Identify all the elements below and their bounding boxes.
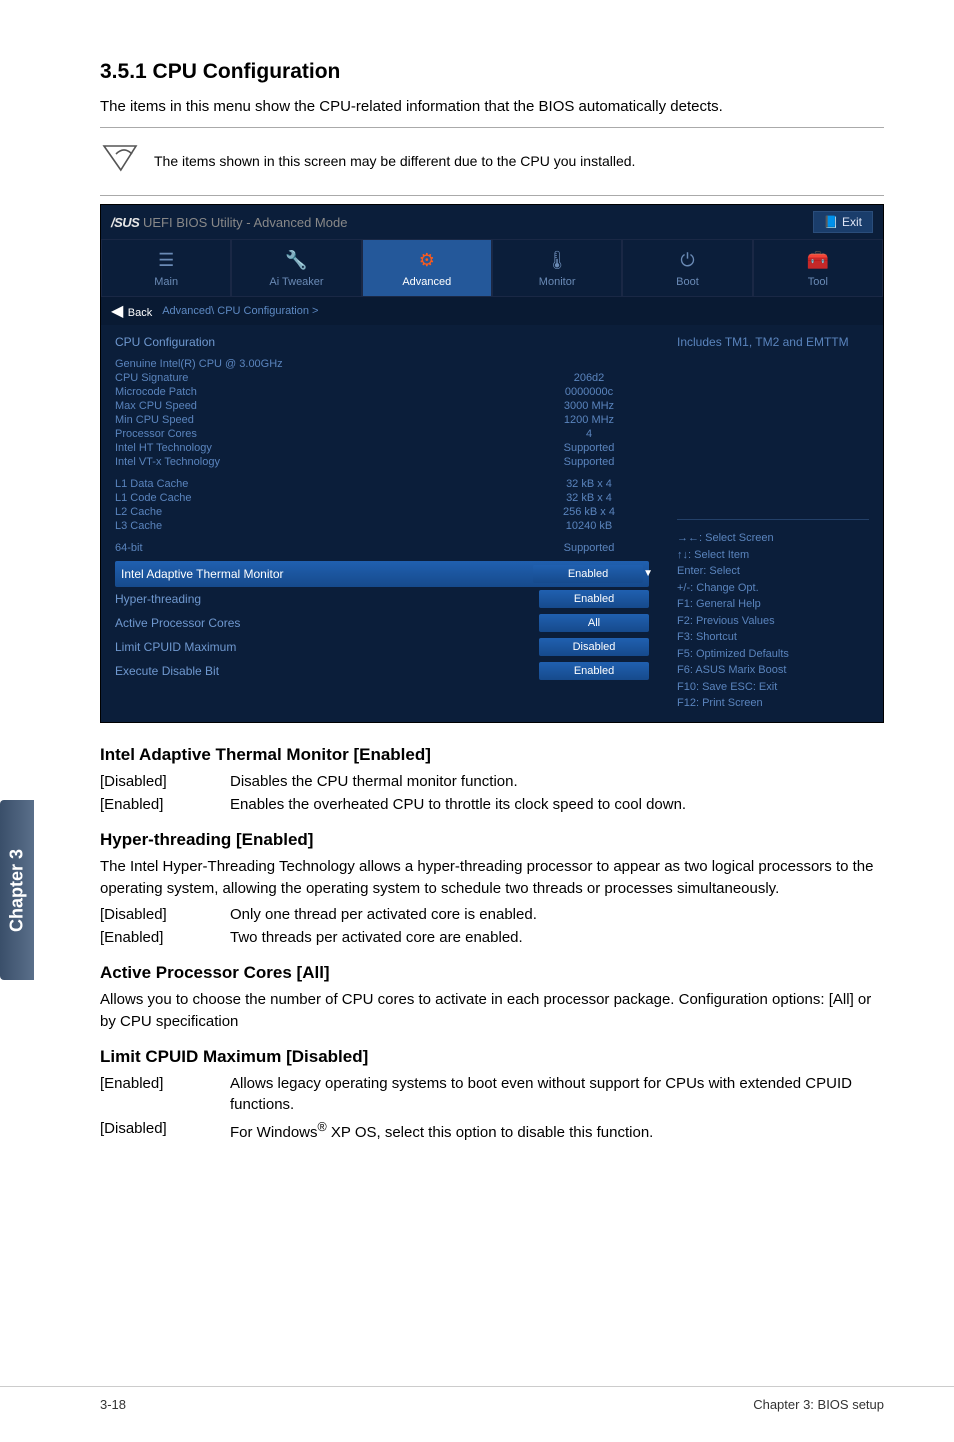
option-label: [Enabled] [100, 794, 230, 816]
tab-advanced[interactable]: ⚙Advanced [362, 239, 492, 297]
footer-chapter: Chapter 3: BIOS setup [753, 1397, 884, 1412]
tab-boot[interactable]: ⏻Boot [622, 239, 752, 297]
tab-ai-tweaker[interactable]: 🔧Ai Tweaker [231, 239, 361, 297]
info-row: Microcode Patch0000000c [115, 385, 649, 399]
option-desc: Disables the CPU thermal monitor functio… [230, 771, 884, 793]
subheading-cores: Active Processor Cores [All] [100, 963, 884, 983]
paragraph: The Intel Hyper-Threading Technology all… [100, 856, 884, 900]
chapter-side-tab: Chapter 3 [0, 800, 34, 980]
info-row: Intel VT-x TechnologySupported [115, 455, 649, 469]
tab-main[interactable]: ☰Main [101, 239, 231, 297]
info-row: Processor Cores4 [115, 427, 649, 441]
info-row: L1 Code Cache32 kB x 4 [115, 491, 649, 505]
back-icon[interactable]: ◀ Back [111, 301, 152, 321]
page-number: 3-18 [100, 1397, 126, 1412]
bios-option-row[interactable]: Execute Disable BitEnabled [115, 659, 649, 683]
note-text: The items shown in this screen may be di… [154, 153, 635, 169]
info-row: L1 Data Cache32 kB x 4 [115, 477, 649, 491]
info-row: Min CPU Speed1200 MHz [115, 413, 649, 427]
info-row: Max CPU Speed3000 MHz [115, 399, 649, 413]
cpu-config-heading: CPU Configuration [115, 335, 649, 349]
monitor-icon: 🌡 [493, 250, 621, 271]
divider [100, 195, 884, 196]
option-label: [Disabled] [100, 1118, 230, 1144]
note-row: The items shown in this screen may be di… [100, 136, 884, 187]
bios-option-row[interactable]: Active Processor CoresAll [115, 611, 649, 635]
tab-monitor[interactable]: 🌡Monitor [492, 239, 622, 297]
option-label: [Disabled] [100, 904, 230, 926]
option-desc: Only one thread per activated core is en… [230, 904, 884, 926]
bios-screenshot: /SUS UEFI BIOS Utility - Advanced Mode 📘… [100, 204, 884, 723]
option-desc: Allows legacy operating systems to boot … [230, 1073, 884, 1117]
help-list: →←: Select Screen↑↓: Select ItemEnter: S… [677, 530, 869, 712]
ai-icon: 🔧 [232, 250, 360, 271]
info-row: L3 Cache10240 kB [115, 519, 649, 533]
note-icon [100, 142, 140, 179]
bios-exit-button[interactable]: 📘 Exit [813, 211, 873, 233]
divider [100, 127, 884, 128]
option-desc: Two threads per activated core are enabl… [230, 927, 884, 949]
paragraph: Allows you to choose the number of CPU c… [100, 989, 884, 1033]
main-icon: ☰ [102, 250, 230, 271]
section-intro: The items in this menu show the CPU-rela… [100, 96, 884, 117]
bios-brand: /SUS [111, 215, 139, 230]
info-row: Genuine Intel(R) CPU @ 3.00GHz [115, 357, 649, 371]
bios-option-row[interactable]: Hyper-threadingEnabled [115, 587, 649, 611]
subheading-cpuid: Limit CPUID Maximum [Disabled] [100, 1047, 884, 1067]
option-desc: For Windows® XP OS, select this option t… [230, 1118, 884, 1144]
bios-option-row[interactable]: Intel Adaptive Thermal MonitorEnabled▼ [115, 561, 649, 587]
option-label: [Disabled] [100, 771, 230, 793]
bios-title: UEFI BIOS Utility - Advanced Mode [143, 215, 347, 230]
info-row: 64-bitSupported [115, 541, 649, 555]
tab-tool[interactable]: 🧰Tool [753, 239, 883, 297]
tool-icon: 🧰 [754, 250, 882, 271]
bios-option-row[interactable]: Limit CPUID MaximumDisabled [115, 635, 649, 659]
info-row: CPU Signature206d2 [115, 371, 649, 385]
option-desc: Enables the overheated CPU to throttle i… [230, 794, 884, 816]
subheading-ht: Hyper-threading [Enabled] [100, 830, 884, 850]
info-row: L2 Cache256 kB x 4 [115, 505, 649, 519]
subheading-thermal: Intel Adaptive Thermal Monitor [Enabled] [100, 745, 884, 765]
section-heading: 3.5.1 CPU Configuration [100, 60, 884, 84]
breadcrumb: Advanced\ CPU Configuration > [162, 305, 318, 317]
info-row: Intel HT TechnologySupported [115, 441, 649, 455]
advanced-icon: ⚙ [363, 250, 491, 271]
boot-icon: ⏻ [623, 250, 751, 271]
right-description: Includes TM1, TM2 and EMTTM [677, 335, 869, 349]
option-label: [Enabled] [100, 1073, 230, 1117]
option-label: [Enabled] [100, 927, 230, 949]
